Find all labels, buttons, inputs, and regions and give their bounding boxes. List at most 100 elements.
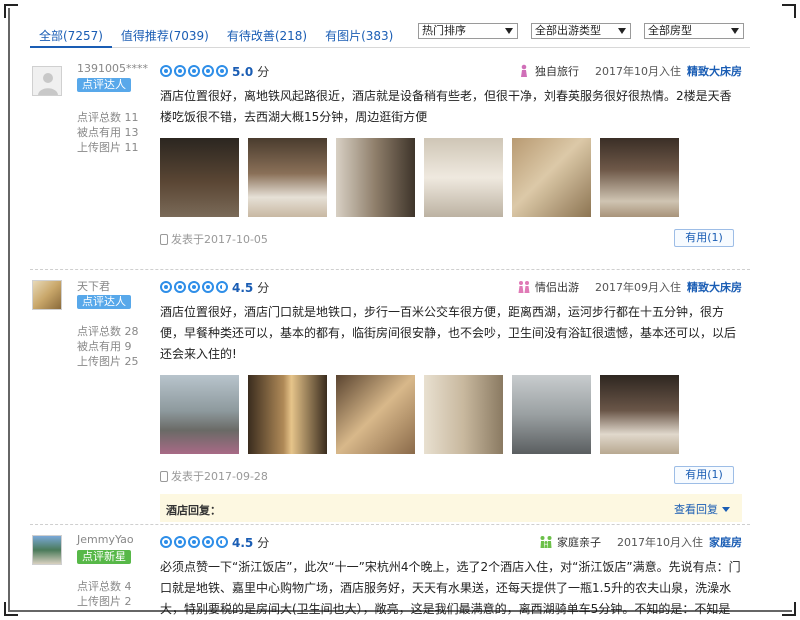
- avatar[interactable]: [32, 535, 62, 565]
- sort-select[interactable]: 热门排序: [418, 23, 518, 39]
- crop-mark-bottom-right: [782, 602, 796, 616]
- review-photo[interactable]: [600, 138, 679, 217]
- review-photo[interactable]: [248, 375, 327, 454]
- reviewer-badge: 点评达人: [77, 295, 131, 309]
- mobile-phone-icon: [160, 233, 168, 245]
- hotel-reply-label: 酒店回复：: [166, 504, 221, 517]
- room-type-link[interactable]: 精致大床房: [687, 279, 742, 295]
- tab-recommended[interactable]: 值得推荐(7039): [112, 18, 218, 48]
- couple-icon: [518, 281, 530, 293]
- rating-half-dot-icon: [216, 536, 228, 548]
- stay-date: 2017年09月入住: [595, 281, 681, 294]
- tab-all[interactable]: 全部(7257): [30, 18, 112, 48]
- review-photo[interactable]: [512, 138, 591, 217]
- hotel-reply-bar: 酒店回复： 查看回复: [160, 494, 742, 522]
- review-photo[interactable]: [600, 375, 679, 454]
- review-photo[interactable]: [424, 375, 503, 454]
- trip-type: 独自旅行: [535, 65, 579, 78]
- stat-photo-count: 上传图片 11: [77, 141, 139, 154]
- tab-with-photos[interactable]: 有图片(383): [316, 18, 402, 48]
- review-text: 酒店位置很好，酒店门口就是地铁口，步行一百米公交车很方便，距离西湖，运河步行都在…: [160, 305, 737, 361]
- avatar[interactable]: [32, 66, 62, 96]
- trip-info: 情侣出游 2017年09月入住 精致大床房: [517, 279, 742, 295]
- trip-type-select-value: 全部出游类型: [535, 24, 601, 37]
- review-item: 1391005**** 点评达人 点评总数 11 被点有用 13 上传图片 11…: [30, 48, 750, 270]
- chevron-down-icon: [731, 28, 739, 34]
- review-tab-bar: 全部(7257) 值得推荐(7039) 有待改善(218) 有图片(383) 热…: [30, 18, 750, 48]
- rating-dots: [160, 281, 228, 293]
- review-photo[interactable]: [160, 138, 239, 217]
- rating-dot-icon: [188, 65, 200, 77]
- trip-info: 家庭亲子 2017年10月入住 家庭房: [539, 534, 742, 550]
- crop-mark-top-left: [4, 4, 18, 18]
- review-photos: [160, 375, 742, 454]
- view-reply-link[interactable]: 查看回复: [674, 501, 730, 517]
- room-type-link[interactable]: 家庭房: [709, 534, 742, 550]
- rating-half-dot-icon: [216, 281, 228, 293]
- review-score: 4.5 分: [232, 536, 270, 550]
- rating-dots: [160, 65, 228, 77]
- reviewer-stats: 点评总数 4 上传图片 2: [77, 579, 132, 609]
- useful-button[interactable]: 有用(1): [674, 229, 734, 247]
- chevron-down-icon: [505, 28, 513, 34]
- reviewer-stats: 点评总数 11 被点有用 13 上传图片 11: [77, 110, 139, 155]
- posted-info: 发表于2017-10-05: [160, 231, 268, 247]
- stat-helpful-count: 被点有用 13: [77, 126, 139, 139]
- crop-mark-top-right: [782, 4, 796, 18]
- review-item: 天下君 点评达人 点评总数 28 被点有用 9 上传图片 25 4.5 分 情侣…: [30, 270, 750, 525]
- rating-dot-icon: [160, 65, 172, 77]
- posted-date: 发表于2017-09-28: [171, 470, 268, 483]
- reviewer-badge: 点评新星: [77, 550, 131, 564]
- posted-info: 发表于2017-09-28: [160, 468, 268, 484]
- rating-dot-icon: [202, 65, 214, 77]
- username[interactable]: 1391005****: [77, 62, 148, 75]
- room-type-select-value: 全部房型: [648, 24, 692, 37]
- review-text: 酒店位置很好，离地铁风起路很近，酒店就是设备稍有些老，但很干净，刘春英服务很好很…: [160, 89, 732, 124]
- stat-photo-count: 上传图片 2: [77, 595, 132, 608]
- trip-type: 情侣出游: [535, 281, 579, 294]
- stat-photo-count: 上传图片 25: [77, 355, 139, 368]
- rating-dot-icon: [174, 65, 186, 77]
- view-reply-label: 查看回复: [674, 503, 718, 516]
- rating-dot-icon: [174, 281, 186, 293]
- username[interactable]: 天下君: [77, 278, 110, 294]
- trip-info: 独自旅行 2017年10月入住 精致大床房: [517, 63, 742, 79]
- room-type-select[interactable]: 全部房型: [644, 23, 744, 39]
- rating-dot-icon: [202, 281, 214, 293]
- default-avatar-icon: [33, 67, 61, 95]
- review-meta: 4.5 分 家庭亲子 2017年10月入住 家庭房: [160, 531, 742, 553]
- rating-dot-icon: [188, 281, 200, 293]
- review-photos: [160, 138, 742, 217]
- room-type-link[interactable]: 精致大床房: [687, 63, 742, 79]
- sort-select-value: 热门排序: [422, 24, 466, 37]
- review-photo[interactable]: [336, 138, 415, 217]
- rating-dot-icon: [188, 536, 200, 548]
- review-photo[interactable]: [248, 138, 327, 217]
- review-photo[interactable]: [160, 375, 239, 454]
- tab-needs-improvement[interactable]: 有待改善(218): [218, 18, 316, 48]
- review-score: 5.0 分: [232, 65, 270, 79]
- solo-traveler-icon: [521, 64, 527, 77]
- useful-button[interactable]: 有用(1): [674, 466, 734, 484]
- stat-helpful-count: 被点有用 9: [77, 340, 132, 353]
- review-item: JemmyYao 点评新星 点评总数 4 上传图片 2 4.5 分 家庭亲子 2…: [30, 525, 750, 616]
- rating-dot-icon: [216, 65, 228, 77]
- review-meta: 4.5 分 情侣出游 2017年09月入住 精致大床房: [160, 276, 742, 298]
- review-text: 必须点赞一下“浙江饭店”，此次“十一”宋杭州4个晚上，选了2个酒店入住，对“浙江…: [160, 560, 741, 616]
- review-photo[interactable]: [512, 375, 591, 454]
- trip-type-select[interactable]: 全部出游类型: [531, 23, 631, 39]
- review-photo[interactable]: [336, 375, 415, 454]
- rating-dot-icon: [202, 536, 214, 548]
- stay-date: 2017年10月入住: [617, 536, 703, 549]
- username[interactable]: JemmyYao: [77, 533, 134, 546]
- review-photo[interactable]: [424, 138, 503, 217]
- family-icon: [540, 536, 552, 548]
- avatar[interactable]: [32, 280, 62, 310]
- rating-dot-icon: [160, 281, 172, 293]
- rating-dot-icon: [160, 536, 172, 548]
- stat-review-count: 点评总数 11: [77, 111, 139, 124]
- review-score: 4.5 分: [232, 281, 270, 295]
- stat-review-count: 点评总数 4: [77, 580, 132, 593]
- frame-edge-left: [8, 8, 10, 612]
- reviewer-stats: 点评总数 28 被点有用 9 上传图片 25: [77, 324, 139, 369]
